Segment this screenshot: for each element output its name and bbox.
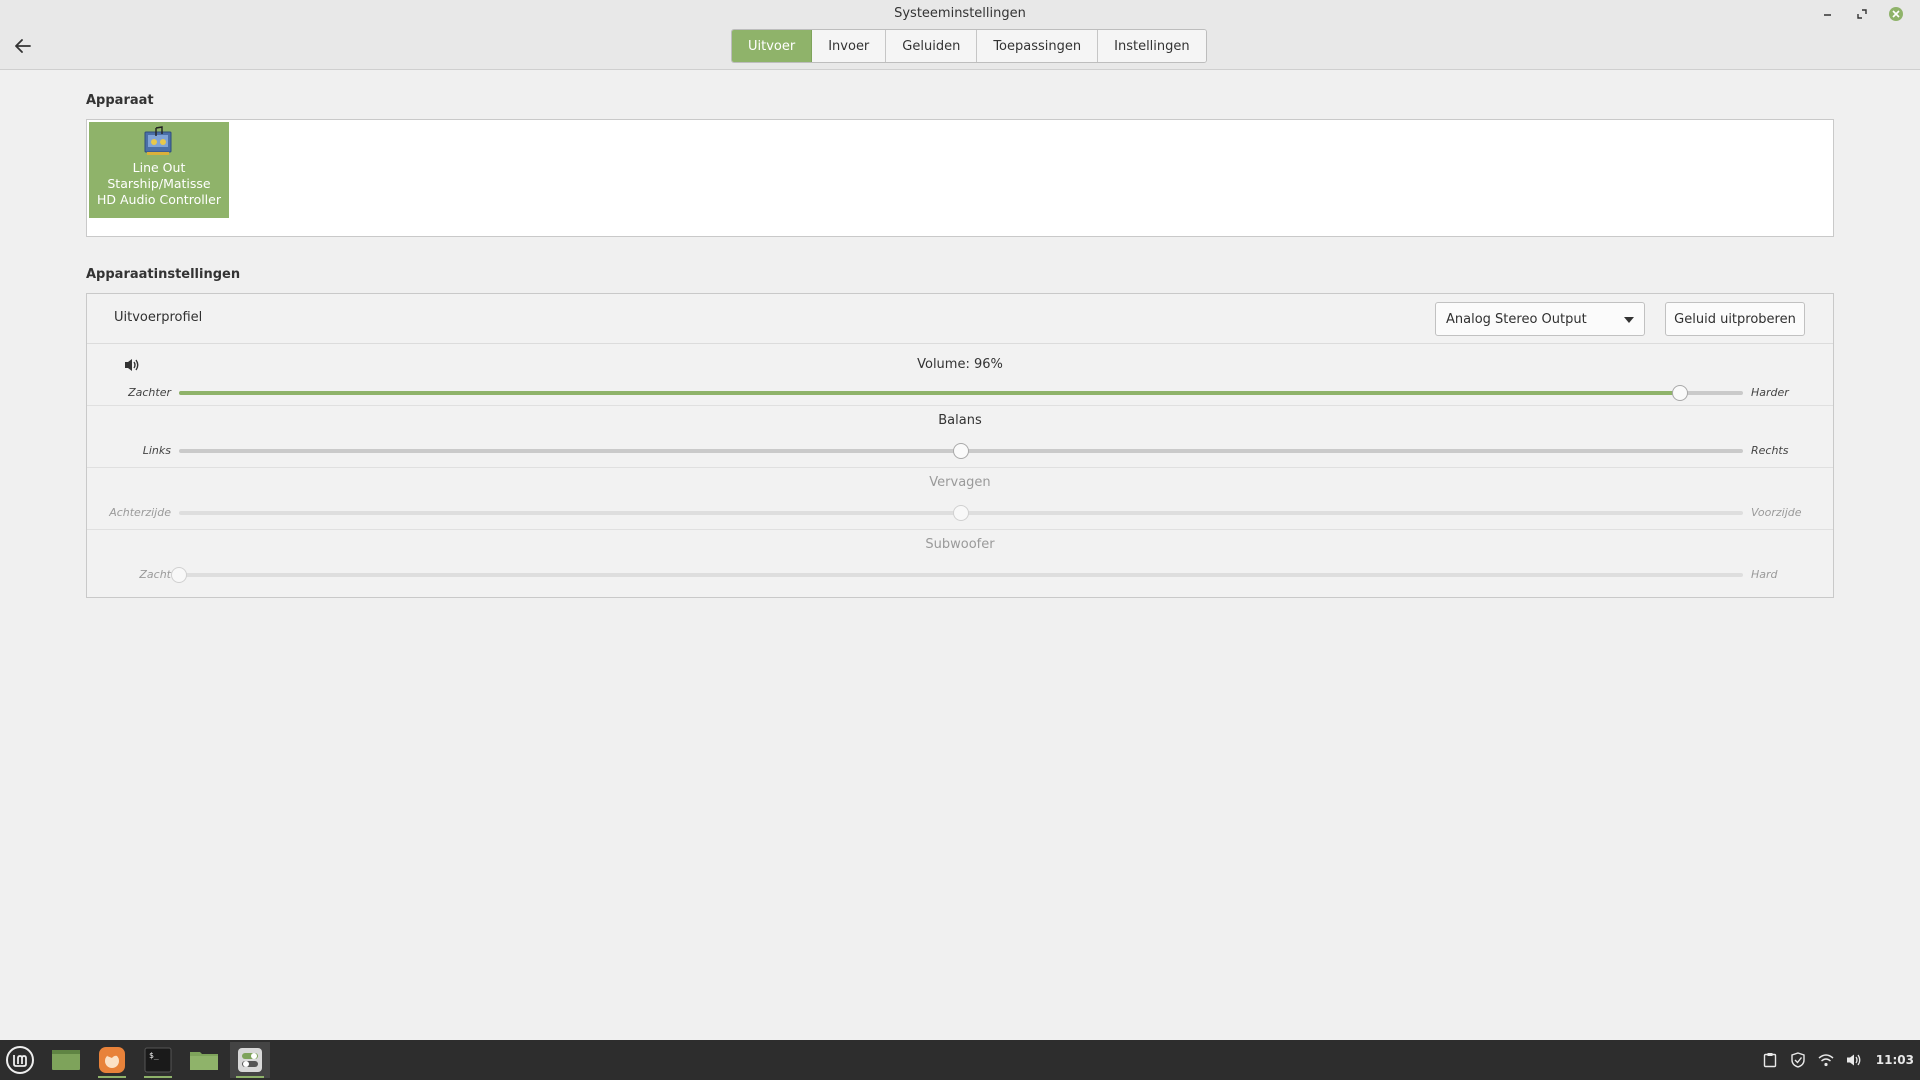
volume-slider-fill <box>179 391 1681 395</box>
tray-clipboard[interactable] <box>1762 1052 1778 1068</box>
device-name-line2: Starship/Matisse <box>107 176 211 191</box>
device-tile-line-out[interactable]: Line Out Starship/Matisse HD Audio Contr… <box>89 122 229 218</box>
output-profile-row: Uitvoerprofiel Analog Stereo Output Gelu… <box>87 294 1833 344</box>
folder-icon <box>190 1052 218 1070</box>
output-profile-label: Uitvoerprofiel <box>114 310 203 325</box>
device-name-line1: Line Out <box>132 160 186 175</box>
balance-caption: Balans <box>938 413 982 428</box>
balance-right-label: Rechts <box>1751 444 1789 457</box>
settings-toggle-icon <box>238 1048 262 1072</box>
tray-network[interactable] <box>1818 1052 1834 1068</box>
subwoofer-caption: Subwoofer <box>925 537 995 552</box>
device-list: Line Out Starship/Matisse HD Audio Contr… <box>86 119 1834 237</box>
taskbar-terminal[interactable]: $_ <box>138 1042 178 1078</box>
device-name-line3: HD Audio Controller <box>97 192 221 207</box>
test-sound-button[interactable]: Geluid uitproberen <box>1665 302 1805 336</box>
subwoofer-slider-handle <box>171 567 187 583</box>
tab-uitvoer[interactable]: Uitvoer <box>732 30 813 62</box>
tray-update-manager[interactable] <box>1790 1052 1806 1068</box>
arrow-left-icon <box>15 39 31 53</box>
svg-text:$_: $_ <box>149 1051 159 1060</box>
firefox-icon <box>99 1047 125 1073</box>
balance-slider[interactable] <box>179 443 1743 459</box>
fade-slider <box>179 505 1743 521</box>
volume-min-label: Zachter <box>128 386 171 399</box>
fade-row: Vervagen Achterzijde Voorzijde <box>87 468 1833 530</box>
fade-caption: Vervagen <box>929 475 991 490</box>
output-profile-value: Analog Stereo Output <box>1446 311 1587 327</box>
taskbar-files[interactable] <box>184 1042 224 1078</box>
device-section-title: Apparaat <box>86 93 154 108</box>
volume-caption: Volume: 96% <box>917 357 1003 372</box>
taskbar-show-desktop[interactable] <box>46 1042 86 1078</box>
restore-button[interactable] <box>1852 4 1872 24</box>
tray-sound[interactable] <box>1846 1052 1862 1068</box>
back-button[interactable] <box>10 34 36 58</box>
clipboard-icon <box>1763 1053 1776 1068</box>
close-button[interactable] <box>1886 4 1906 24</box>
tab-invoer[interactable]: Invoer <box>812 30 887 62</box>
taskbar: $_ 11:03 <box>0 1040 1920 1080</box>
sound-card-icon <box>144 126 172 155</box>
tab-bar: Uitvoer Invoer Geluiden Toepassingen Ins… <box>731 29 1207 63</box>
speaker-icon <box>1846 1054 1861 1066</box>
tab-instellingen[interactable]: Instellingen <box>1098 30 1206 62</box>
taskbar-clock[interactable]: 11:03 <box>1876 1053 1914 1067</box>
taskbar-firefox[interactable] <box>92 1042 132 1078</box>
chevron-down-icon <box>1624 317 1634 323</box>
balance-slider-handle[interactable] <box>953 443 969 459</box>
header-bar: Systeeminstellingen Uitvoer Invoer Gelui… <box>0 0 1920 70</box>
subwoofer-max-label: Hard <box>1751 568 1778 581</box>
wifi-icon <box>1818 1054 1834 1067</box>
output-profile-dropdown[interactable]: Analog Stereo Output <box>1435 302 1645 336</box>
volume-slider-handle[interactable] <box>1672 385 1689 401</box>
shield-icon <box>1791 1052 1805 1068</box>
desktop-icon <box>52 1050 80 1070</box>
minimize-button[interactable] <box>1818 4 1838 24</box>
fade-slider-handle <box>953 505 969 521</box>
terminal-icon: $_ <box>144 1047 172 1073</box>
taskbar-system-settings[interactable] <box>230 1042 270 1078</box>
system-tray: 11:03 <box>1762 1040 1914 1080</box>
close-icon <box>1889 7 1903 21</box>
balance-row: Balans Links Rechts <box>87 406 1833 468</box>
settings-section-title: Apparaatinstellingen <box>86 267 241 282</box>
subwoofer-slider <box>171 567 1743 583</box>
restore-icon <box>1857 9 1867 19</box>
balance-left-label: Links <box>142 444 171 457</box>
tab-geluiden[interactable]: Geluiden <box>886 30 978 62</box>
fade-front-label: Voorzijde <box>1751 506 1802 519</box>
menu-button[interactable] <box>0 1042 40 1078</box>
mint-logo-icon <box>6 1046 34 1074</box>
fade-rear-label: Achterzijde <box>109 506 171 519</box>
volume-row: Volume: 96% Zachter Harder <box>87 344 1833 406</box>
window-controls <box>1818 4 1906 24</box>
tab-toepassingen[interactable]: Toepassingen <box>977 30 1099 62</box>
subwoofer-row: Subwoofer Zacht Hard <box>87 530 1833 592</box>
window-title: Systeeminstellingen <box>894 6 1026 21</box>
subwoofer-min-label: Zacht <box>139 568 171 581</box>
volume-slider[interactable] <box>179 385 1743 401</box>
volume-max-label: Harder <box>1751 386 1789 399</box>
device-settings-panel: Uitvoerprofiel Analog Stereo Output Gelu… <box>86 293 1834 598</box>
minimize-icon <box>1824 14 1831 16</box>
